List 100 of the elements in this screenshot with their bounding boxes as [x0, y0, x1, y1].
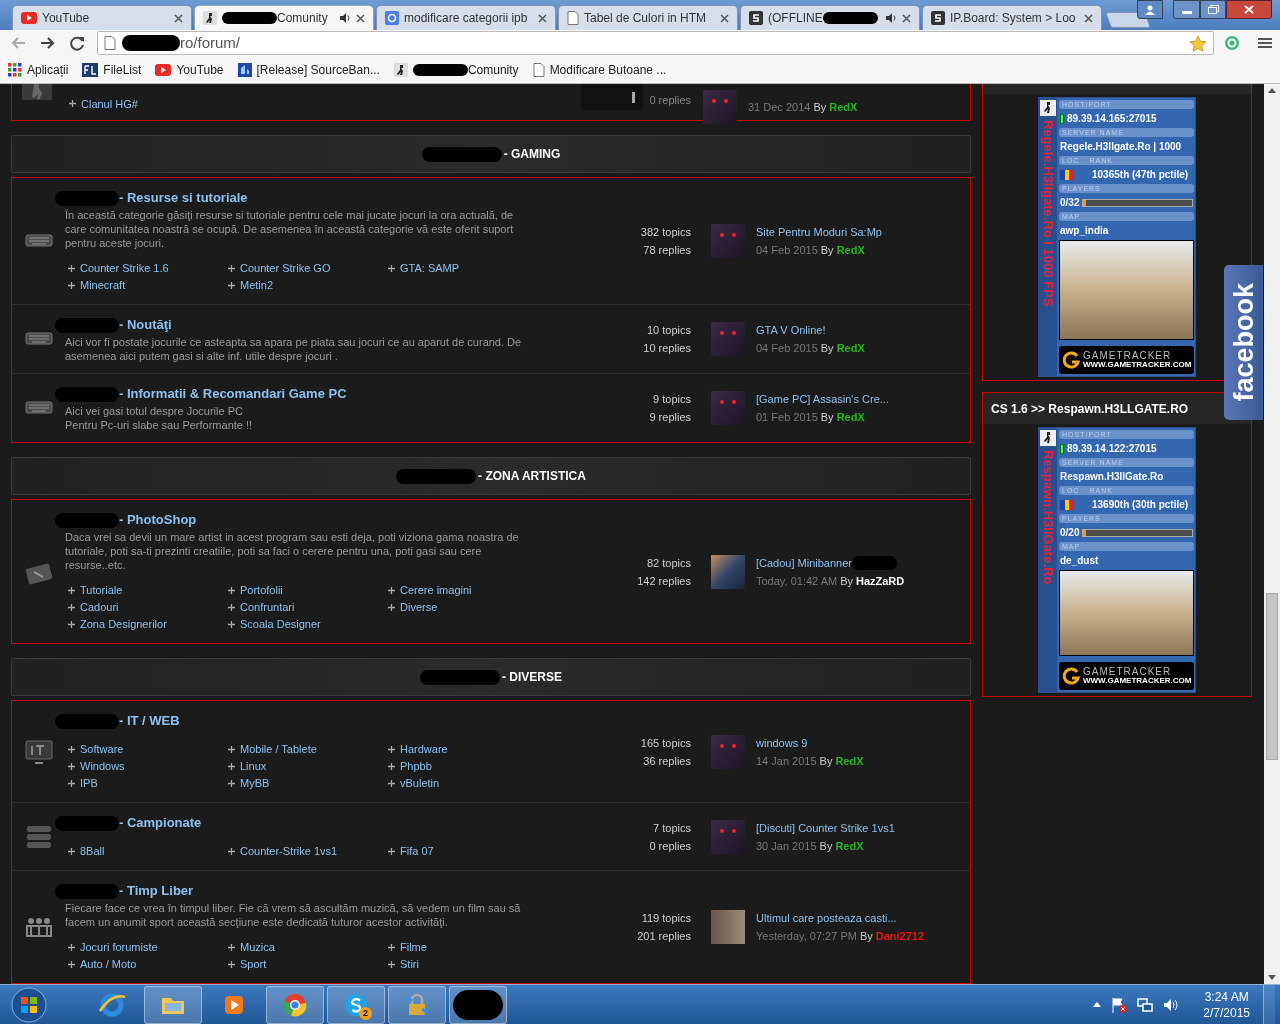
facebook-tab[interactable]: facebook — [1224, 265, 1263, 420]
bookmark-link[interactable]: FileList — [82, 60, 142, 79]
flag-icon — [1060, 499, 1074, 510]
logo-url: WWW.GAMETRACKER.COM — [1083, 676, 1192, 685]
subforum-link[interactable]: Phpbb — [400, 758, 432, 775]
scrollbar-thumb[interactable] — [1266, 593, 1278, 760]
taskbar-app-button[interactable]: 2 — [327, 985, 385, 1024]
subforum-link[interactable]: Tutoriale — [80, 582, 123, 599]
online-indicator-icon — [1060, 443, 1064, 454]
subforum-link[interactable]: MyBB — [240, 775, 270, 792]
forum-title[interactable]: - Campionate — [119, 813, 202, 833]
author-link[interactable]: RedX — [836, 241, 865, 259]
post-date: 14 Jan 2015 — [756, 753, 817, 769]
subforum-link[interactable]: Muzica — [240, 939, 275, 956]
maximize-button[interactable] — [1200, 0, 1226, 19]
author-link[interactable]: Dani2712 — [875, 927, 925, 945]
subforum-link[interactable]: Metin2 — [240, 277, 274, 294]
tab-title: Tabel de Culori in HTM — [584, 10, 707, 27]
bookmark-link[interactable]: [Release] SourceBan... — [237, 60, 380, 79]
close-icon — [1084, 13, 1093, 23]
subforum-link[interactable]: Fifa 07 — [400, 843, 434, 860]
author-link[interactable]: RedX — [835, 836, 864, 855]
profile-button[interactable] — [1137, 0, 1163, 19]
by-label: By — [820, 243, 834, 258]
field-value: 13690th (30th pctile) — [1092, 498, 1189, 512]
close-button[interactable] — [1226, 0, 1272, 19]
subforum-link[interactable]: Counter Strike GO — [240, 260, 331, 277]
subforum-link[interactable]: Cadouri — [80, 599, 119, 616]
field-value: 0/32 — [1060, 196, 1080, 210]
topic-link[interactable]: Site Pentru Moduri Sa:Mp — [756, 223, 882, 241]
topic-link[interactable]: [Game PC] Assasin's Cre... — [756, 390, 889, 408]
subforum-link[interactable]: IPB — [80, 775, 98, 792]
url-text: ro/forum/ — [180, 32, 241, 53]
plus-icon — [388, 604, 395, 611]
topic-link[interactable]: [Cadou] Minibanner — [756, 553, 852, 572]
subforum-link[interactable]: Counter-Strike 1vs1 — [240, 843, 338, 860]
show-desktop-button[interactable] — [1263, 984, 1275, 1024]
subforum-link[interactable]: Cerere imagini — [400, 582, 472, 599]
subforum-link[interactable]: Scoala Designer — [240, 616, 321, 633]
subforum-link[interactable]: 8Ball — [80, 843, 105, 860]
author-link[interactable]: RedX — [829, 98, 858, 116]
forum-title[interactable]: - IT / WEB — [119, 711, 180, 731]
plus-icon — [68, 621, 75, 628]
browser-tab[interactable]: Comunity — [194, 5, 374, 30]
subforum-link[interactable]: Counter Strike 1.6 — [80, 260, 169, 277]
subforum-link[interactable]: Linux — [240, 758, 267, 775]
subforum-link[interactable]: vBuletin — [400, 775, 440, 792]
tab-title: YouTube — [42, 10, 90, 27]
subforum-link[interactable]: Software — [80, 741, 124, 758]
by-label: By — [819, 753, 833, 769]
subforum-link[interactable]: Diverse — [400, 599, 438, 616]
subforum-link[interactable]: Confruntari — [240, 599, 295, 616]
address-bar[interactable]: ro/forum/ — [97, 31, 1214, 55]
redacted-mark — [55, 317, 119, 333]
bookmark-link[interactable]: YouTube — [155, 60, 224, 79]
menu-button[interactable] — [1258, 37, 1272, 49]
plus-icon — [68, 961, 75, 968]
windows-orb-icon — [11, 986, 47, 1023]
author-link[interactable]: RedX — [836, 408, 865, 426]
author-link[interactable]: RedX — [835, 751, 864, 770]
subforum-link[interactable]: Minecraft — [80, 277, 126, 294]
subforum-link[interactable]: Stiri — [400, 956, 419, 973]
subforum-link[interactable]: Filme — [400, 939, 427, 956]
forum-title[interactable]: - Resurse si tutoriale — [119, 188, 248, 208]
browser-tab[interactable]: IP.Board: System > Loo — [922, 5, 1102, 30]
category-title: - GAMING — [503, 146, 561, 163]
topic-link[interactable]: GTA V Online! — [756, 321, 826, 339]
topic-link[interactable]: Ultimul care posteaza casti... — [756, 909, 897, 927]
topic-link[interactable]: windows 9 — [756, 733, 808, 752]
subforum-link[interactable]: GTA: SAMP — [400, 260, 460, 277]
subforum-link[interactable]: Jocuri forumiste — [80, 939, 158, 956]
author-link[interactable]: RedX — [836, 339, 865, 357]
author-link[interactable]: HazZaRD — [855, 571, 905, 590]
minimize-button[interactable] — [1173, 0, 1200, 19]
topics-count: 119 topics — [641, 911, 691, 926]
avatar-picture — [711, 391, 745, 425]
browser-tab[interactable]: YouTube — [12, 5, 192, 30]
extension-button[interactable] — [1224, 35, 1240, 51]
subforum-link[interactable]: Mobile / Tablete — [240, 741, 317, 758]
forum-title[interactable]: - PhotoShop — [119, 510, 197, 530]
subforum-link[interactable]: Clanul HG# — [81, 95, 138, 112]
forum-title[interactable]: - Informatii & Recomandari Game PC — [119, 384, 347, 404]
browser-tab[interactable]: Tabel de Culori in HTM — [558, 5, 738, 30]
topic-link[interactable]: [Discuti] Counter Strike 1vs1 — [756, 818, 895, 837]
plus-icon — [388, 780, 395, 787]
bookmark-link[interactable]: Modificare Butoane ... — [532, 60, 667, 79]
plus-icon — [68, 944, 75, 951]
subforum-link[interactable]: Sport — [240, 956, 267, 973]
forum-title[interactable]: - Timp Liber — [119, 881, 194, 901]
subforum-link[interactable]: Zona Designerilor — [80, 616, 167, 633]
taskbar-app-button[interactable] — [449, 985, 507, 1024]
bookmark-link[interactable]: Aplicații — [8, 60, 69, 79]
browser-tab[interactable]: (OFFLINE — [740, 5, 920, 30]
subforum-link[interactable]: Windows — [80, 758, 125, 775]
subforum-link[interactable]: Auto / Moto — [80, 956, 137, 973]
subforum-link[interactable]: Portofolii — [240, 582, 283, 599]
browser-tab[interactable]: modificare categorii ipb — [376, 5, 556, 30]
forum-title[interactable]: - Noutăţi — [119, 315, 172, 335]
bookmark-link[interactable]: Comunity — [393, 60, 519, 79]
subforum-link[interactable]: Hardware — [400, 741, 448, 758]
